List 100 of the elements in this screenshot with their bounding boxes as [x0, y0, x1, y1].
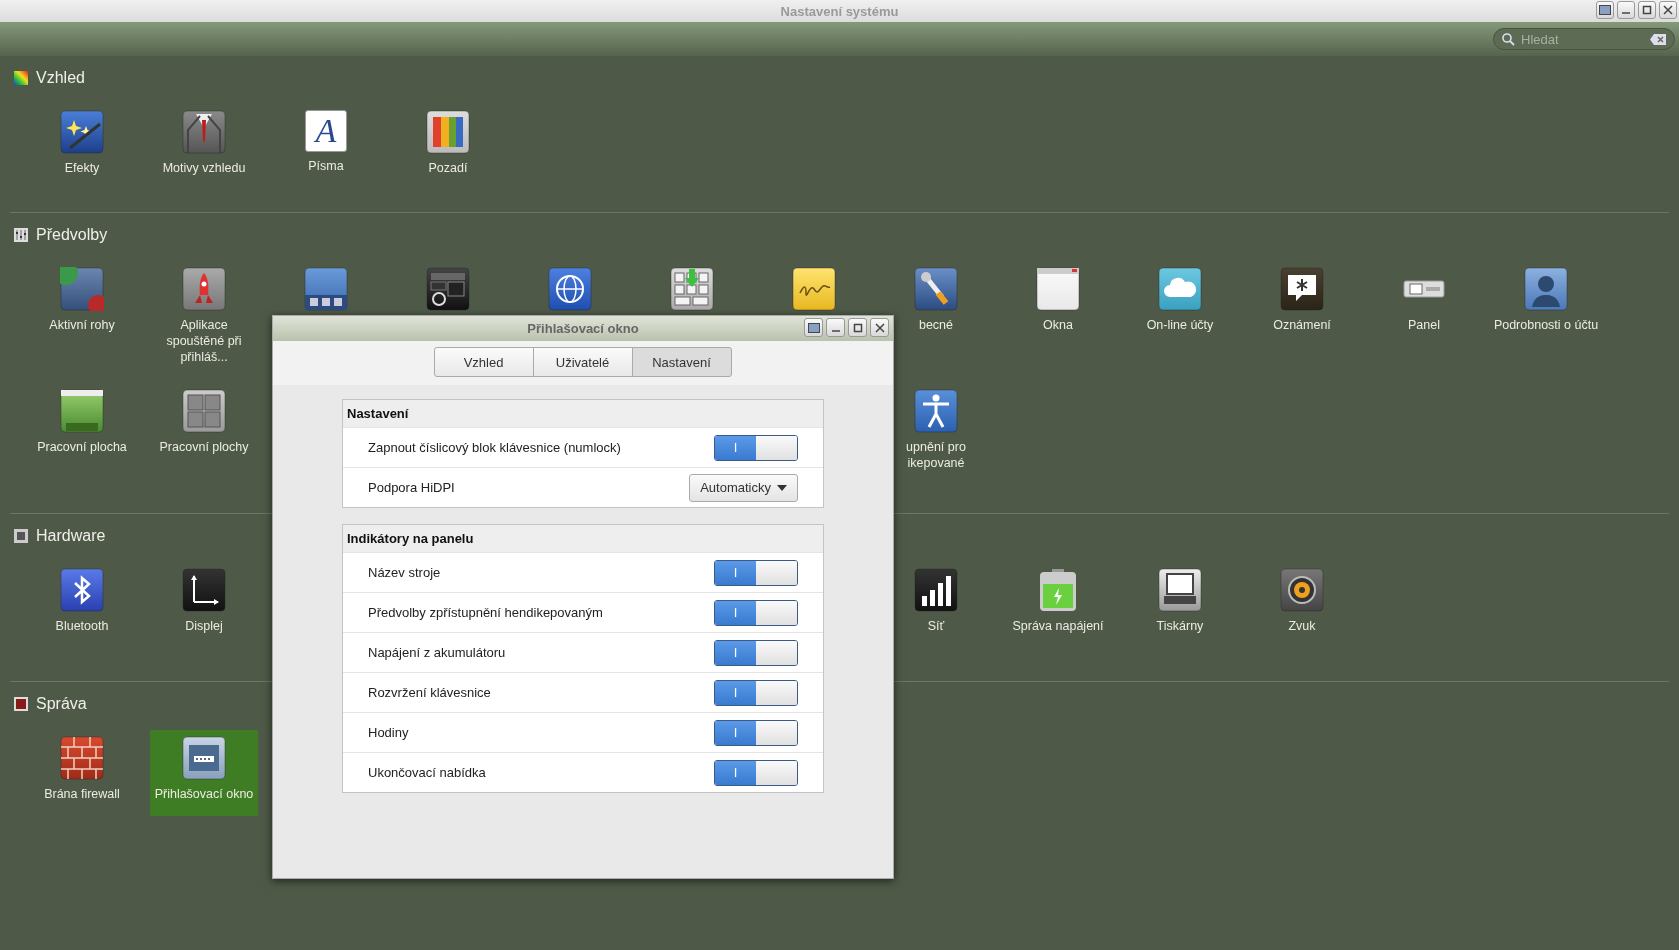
minimize-icon	[831, 329, 840, 332]
signal-bars-icon	[914, 568, 958, 612]
workspaces-icon	[182, 389, 226, 433]
item-label: Podrobnosti o účtu	[1493, 317, 1599, 333]
clear-icon[interactable]	[1650, 33, 1666, 45]
item-label: Oznámení	[1272, 317, 1332, 333]
settings-item[interactable]: Síť	[882, 562, 990, 648]
search-field[interactable]: Hledat	[1493, 28, 1675, 50]
item-label: Brána firewall	[43, 786, 121, 802]
settings-item[interactable]: Pracovní plochy	[150, 383, 258, 469]
settings-item[interactable]: Efekty	[28, 104, 136, 190]
section-title: Předvolby	[36, 226, 108, 244]
setting-label: Zapnout číslicový blok klávesnice (numlock)	[368, 440, 621, 455]
item-label: Motivy vzhledu	[161, 160, 247, 176]
settings-item[interactable]: Okna	[1004, 261, 1112, 347]
window-icon	[807, 322, 820, 333]
setting-label: Hodiny	[368, 725, 409, 740]
item-label: Pozadí	[427, 160, 469, 176]
maximize-button[interactable]	[1638, 1, 1656, 19]
close-icon	[1663, 5, 1673, 15]
setting-label: Podpora HiDPI	[368, 480, 455, 495]
toggle-switch[interactable]: I	[714, 719, 798, 746]
settings-item[interactable]: Přihlašovací okno	[150, 730, 258, 816]
setting-label: Napájení z akumulátoru	[368, 645, 506, 660]
search-input[interactable]: Hledat	[1521, 31, 1644, 47]
tab[interactable]: Uživatelé	[532, 347, 633, 377]
settings-item[interactable]: A Písma	[272, 104, 380, 190]
corners-icon	[60, 267, 104, 311]
sliders-icon	[14, 228, 28, 242]
minimize-button[interactable]	[1617, 1, 1635, 19]
window-icon	[1599, 5, 1611, 15]
color-square-icon	[14, 71, 28, 85]
settings-item[interactable]: On-line účty	[1126, 261, 1234, 347]
desktop-icon	[60, 389, 104, 433]
sparkles-icon	[60, 110, 104, 154]
group-title: Indikátory na panelu	[343, 525, 823, 552]
settings-item[interactable]: upnění pro ikepované	[882, 383, 990, 475]
login-screen-icon	[182, 736, 226, 780]
suit-icon	[182, 110, 226, 154]
settings-item[interactable]: Brána firewall	[28, 730, 136, 816]
item-label: Pracovní plocha	[36, 439, 128, 455]
wrench-icon	[914, 267, 958, 311]
toggle-switch[interactable]: I	[714, 639, 798, 666]
pin-button[interactable]	[804, 318, 823, 337]
toggle-switch[interactable]: I	[714, 599, 798, 626]
pin-button[interactable]	[1596, 1, 1614, 19]
settings-item[interactable]: Pracovní plocha	[28, 383, 136, 469]
item-label: On-line účty	[1145, 317, 1215, 333]
setting-label: Rozvržení klávesnice	[368, 685, 491, 700]
settings-item[interactable]: Displej	[150, 562, 258, 648]
item-label: Písma	[307, 158, 345, 174]
brick-wall-icon	[60, 736, 104, 780]
settings-item[interactable]: Správa napájení	[1004, 562, 1112, 648]
calendar-icon	[426, 267, 470, 311]
window-title: Nastavení systému	[780, 3, 899, 19]
speaker-icon	[1280, 568, 1324, 612]
toggle-switch[interactable]: I	[714, 559, 798, 586]
dropdown[interactable]: Automaticky	[689, 473, 798, 502]
setting-label: Název stroje	[368, 565, 441, 580]
settings-item[interactable]: Podrobnosti o účtu	[1492, 261, 1600, 347]
tab[interactable]: Nastavení	[631, 347, 732, 377]
settings-item[interactable]: Aplikace spouštěné při přihláš...	[150, 261, 258, 369]
item-label: Tiskárny	[1155, 618, 1205, 634]
dialog-title: Přihlašovací okno	[527, 321, 639, 336]
font-icon: A	[305, 110, 347, 152]
display-axes-icon	[182, 568, 226, 612]
window-icon	[1036, 267, 1080, 311]
item-label: Přihlašovací okno	[153, 786, 255, 802]
minimize-button[interactable]	[826, 318, 845, 337]
toggle-switch[interactable]: I	[714, 759, 798, 786]
settings-item[interactable]: Zvuk	[1248, 562, 1356, 648]
note-icon	[792, 267, 836, 311]
tab[interactable]: Vzhled	[433, 347, 534, 377]
keyboard-icon	[670, 267, 714, 311]
close-button[interactable]	[1659, 1, 1677, 19]
section-title: Správa	[36, 695, 87, 713]
item-label: Displej	[184, 618, 224, 634]
settings-item[interactable]: Panel	[1370, 261, 1478, 347]
item-label: Aktivní rohy	[48, 317, 116, 333]
search-icon	[1502, 32, 1515, 46]
settings-item[interactable]: Bluetooth	[28, 562, 136, 648]
settings-item[interactable]: Oznámení	[1248, 261, 1356, 347]
printer-icon	[1158, 568, 1202, 612]
toggle-switch[interactable]: I	[714, 434, 798, 461]
color-bars-icon	[426, 110, 470, 154]
close-icon	[874, 322, 885, 333]
toggle-switch[interactable]: I	[714, 679, 798, 706]
maximize-icon	[1642, 5, 1652, 15]
group-title: Nastavení	[343, 400, 823, 427]
close-button[interactable]	[870, 318, 889, 337]
settings-item[interactable]: Pozadí	[394, 104, 502, 190]
item-label: Síť	[926, 618, 946, 634]
setting-label: Ukončovací nabídka	[368, 765, 486, 780]
maximize-button[interactable]	[848, 318, 867, 337]
settings-item[interactable]: Motivy vzhledu	[150, 104, 258, 190]
settings-item[interactable]: Aktivní rohy	[28, 261, 136, 347]
chip-icon	[14, 529, 28, 543]
settings-item[interactable]: Tiskárny	[1126, 562, 1234, 648]
cloud-icon	[1158, 267, 1202, 311]
settings-item[interactable]: becné	[882, 261, 990, 347]
